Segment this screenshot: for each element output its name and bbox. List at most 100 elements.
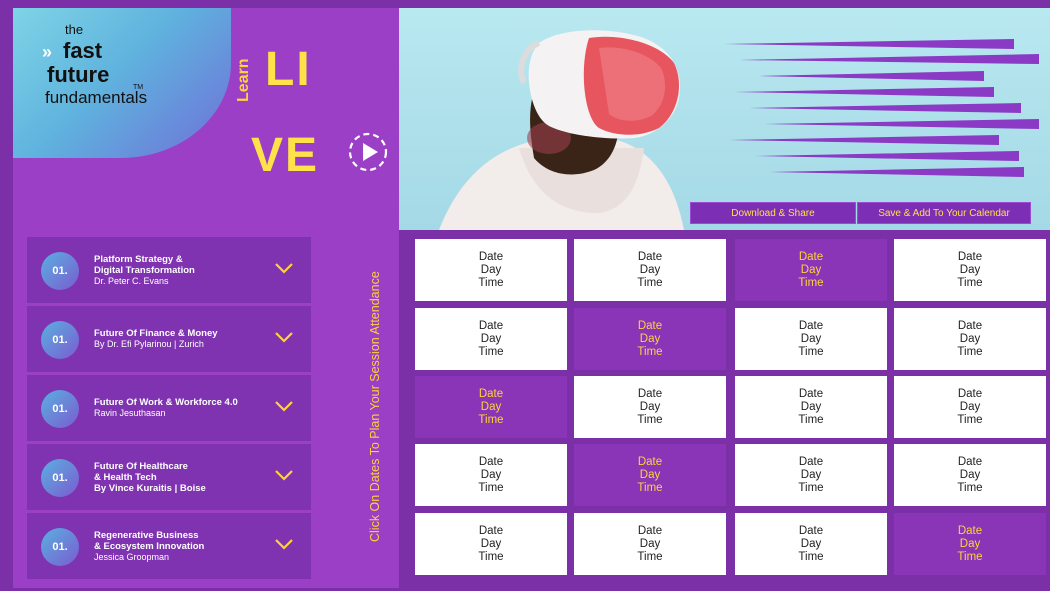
date-slot-label: Day xyxy=(800,400,822,413)
page-frame: the » fast future fundamentals TM Learn … xyxy=(0,0,1050,591)
session-title-line: & Ecosystem Innovation xyxy=(94,540,205,552)
date-slot-label: Date xyxy=(637,387,663,400)
date-slot-cell[interactable]: Date Day Time xyxy=(574,239,726,301)
date-slot-label: Time xyxy=(637,276,663,289)
session-card[interactable]: 01. Regenerative Business & Ecosystem Inno… xyxy=(27,513,311,579)
date-slot-cell[interactable]: Date Day Time xyxy=(894,239,1046,301)
date-slot-label: Day xyxy=(480,537,502,550)
date-slot-label: Date xyxy=(478,455,504,468)
session-speaker: By Vince Kuraitis | Boise xyxy=(94,482,206,494)
date-slot-label: Day xyxy=(800,263,822,276)
date-slot-label: Time xyxy=(637,345,663,358)
session-card[interactable]: 01. Platform Strategy & Digital Transforma… xyxy=(27,237,311,303)
date-slot-label: Date xyxy=(957,319,983,332)
date-slot-cell[interactable]: Date Day Time xyxy=(415,444,567,506)
session-title-line: Future Of Work & Workforce 4.0 xyxy=(94,397,238,408)
date-slot-label: Day xyxy=(639,332,661,345)
date-slot-label: Time xyxy=(957,550,983,563)
session-speaker: Jessica Groopman xyxy=(94,551,170,562)
date-slot-cell[interactable]: Date Day Time xyxy=(894,444,1046,506)
chevron-down-icon[interactable] xyxy=(273,261,295,275)
date-slot-label: Time xyxy=(637,413,663,426)
date-slot-label: Time xyxy=(478,276,504,289)
date-slot-label: Date xyxy=(637,524,663,537)
session-title-line: & Health Tech xyxy=(94,471,157,483)
session-number-badge: 01. xyxy=(41,528,79,566)
date-slot-cell[interactable]: Date Day Time xyxy=(894,308,1046,370)
date-slot-cell[interactable]: Date Day Time xyxy=(735,376,887,438)
download-share-button[interactable]: Download & Share xyxy=(690,202,856,224)
brand-logo: the » fast future fundamentals TM xyxy=(13,8,231,158)
date-slot-label: Date xyxy=(478,250,504,263)
plan-attendance-hint: Click On Dates To Plan Your Session Atte… xyxy=(368,271,382,543)
date-slot-label: Time xyxy=(798,276,824,289)
date-slot-label: Day xyxy=(959,400,981,413)
logo-fast-text: fast xyxy=(63,38,103,63)
date-slot-label: Date xyxy=(637,455,663,468)
date-slot-cell[interactable]: Date Day Time xyxy=(735,444,887,506)
logo-trademark: TM xyxy=(133,84,144,91)
date-slot-cell[interactable]: Date Day Time xyxy=(894,376,1046,438)
chevron-down-icon[interactable] xyxy=(273,468,295,482)
date-slot-label: Day xyxy=(639,263,661,276)
date-slot-label: Day xyxy=(639,468,661,481)
date-slot-cell[interactable]: Date Day Time xyxy=(415,308,567,370)
date-slot-label: Time xyxy=(478,550,504,563)
date-slot-cell[interactable]: Date Day Time xyxy=(574,444,726,506)
date-slot-label: Date xyxy=(957,250,983,263)
session-card[interactable]: 01. Future Of Healthcare & Health Tech By V… xyxy=(27,444,311,510)
date-slot-label: Time xyxy=(478,481,504,494)
session-title-line: Future Of Finance & Money xyxy=(94,328,218,339)
session-card[interactable]: 01. Future Of Finance & Money By Dr. Efi P… xyxy=(27,306,311,372)
session-number-badge: 01. xyxy=(41,321,79,359)
date-slot-cell[interactable]: Date Day Time xyxy=(415,239,567,301)
date-slot-cell[interactable]: Date Day Time xyxy=(574,376,726,438)
play-circle-icon[interactable] xyxy=(346,130,390,174)
date-slot-label: Day xyxy=(480,400,502,413)
date-slot-label: Day xyxy=(959,468,981,481)
chevron-down-icon[interactable] xyxy=(273,399,295,413)
session-title-line: Platform Strategy & xyxy=(94,253,183,265)
date-slot-label: Date xyxy=(957,455,983,468)
date-slot-label: Time xyxy=(957,276,983,289)
date-slot-cell[interactable]: Date Day Time xyxy=(735,239,887,301)
date-slot-label: Time xyxy=(957,481,983,494)
date-slot-label: Time xyxy=(637,550,663,563)
date-slot-label: Date xyxy=(798,319,824,332)
date-slot-label: Date xyxy=(798,455,824,468)
date-slot-label: Time xyxy=(798,481,824,494)
session-title-line: Regenerative Business xyxy=(94,529,199,541)
date-slot-cell[interactable]: Date Day Time xyxy=(415,513,567,575)
logo-the-text: the xyxy=(65,22,84,37)
session-card[interactable]: 01. Future Of Work & Workforce 4.0 Ravin J… xyxy=(27,375,311,441)
date-slot-label: Time xyxy=(957,413,983,426)
chevron-down-icon[interactable] xyxy=(273,537,295,551)
date-slot-label: Day xyxy=(639,400,661,413)
date-slot-cell[interactable]: Date Day Time xyxy=(415,376,567,438)
live-title-bottom: VE xyxy=(251,129,320,182)
date-slot-label: Day xyxy=(959,537,981,550)
date-slot-label: Time xyxy=(798,550,824,563)
date-slot-cell[interactable]: Date Day Time xyxy=(574,513,726,575)
date-slot-label: Date xyxy=(957,387,983,400)
date-slot-label: Time xyxy=(957,345,983,358)
date-slot-cell[interactable]: Date Day Time xyxy=(735,308,887,370)
session-number-badge: 01. xyxy=(41,390,79,428)
save-calendar-button[interactable]: Save & Add To Your Calendar xyxy=(857,202,1031,224)
date-slot-label: Day xyxy=(639,537,661,550)
live-title-top: LI xyxy=(265,43,312,96)
date-slot-label: Date xyxy=(637,250,663,263)
date-slot-label: Day xyxy=(800,468,822,481)
date-slot-label: Day xyxy=(800,537,822,550)
learn-label: Learn xyxy=(235,58,252,102)
date-slot-cell[interactable]: Date Day Time xyxy=(735,513,887,575)
logo-future-text: future xyxy=(47,62,110,87)
chevron-down-icon[interactable] xyxy=(273,330,295,344)
date-slot-cell[interactable]: Date Day Time xyxy=(574,308,726,370)
double-chevron-right-icon: » xyxy=(42,42,53,62)
date-slot-label: Day xyxy=(959,263,981,276)
date-slot-label: Date xyxy=(637,319,663,332)
date-slot-cell[interactable]: Date Day Time xyxy=(894,513,1046,575)
date-slot-label: Time xyxy=(798,345,824,358)
hero-banner xyxy=(399,8,1050,230)
